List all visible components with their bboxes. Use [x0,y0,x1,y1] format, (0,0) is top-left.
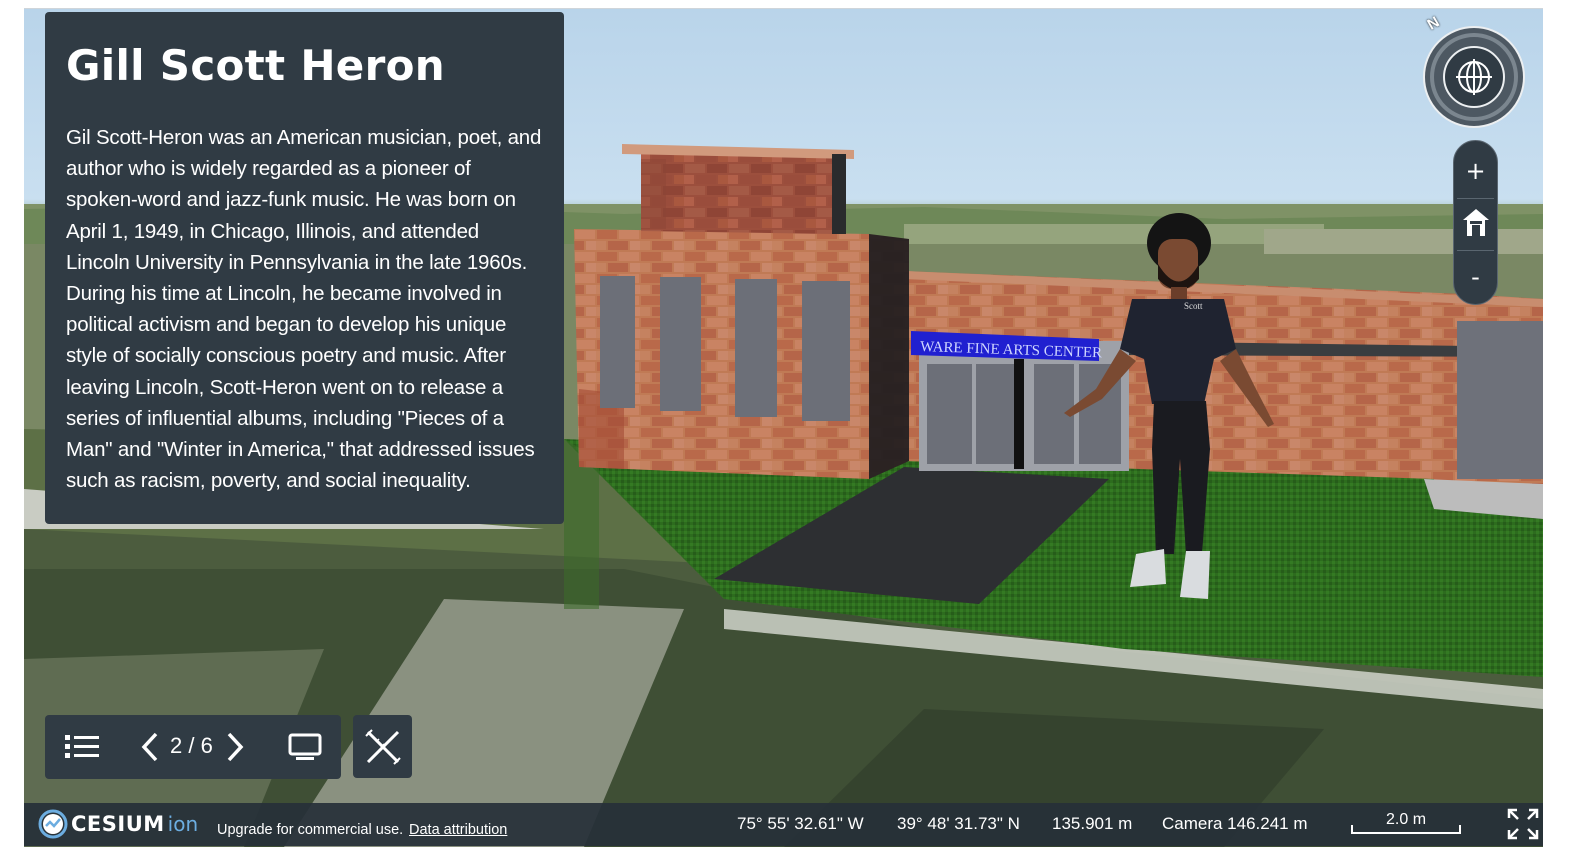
ion-wordmark: ion [167,812,199,836]
longitude-readout: 75° 55' 32.61" W [737,814,864,833]
cesium-logo[interactable]: CESIUM ion [38,809,198,839]
cesium-wordmark: CESIUM [71,812,165,836]
shirt-text: Scott [1184,301,1203,311]
data-attribution-link[interactable]: Data attribution [409,822,507,838]
map-viewer[interactable]: WARE FINE ARTS CENTER Scott Gill Scott H… [24,8,1543,847]
zoom-in-button[interactable]: + [1454,145,1497,197]
home-button[interactable] [1454,197,1497,249]
slide-counter: 2 / 6 [170,733,213,758]
zoom-out-button[interactable]: - [1454,251,1497,303]
list-icon [65,735,99,758]
story-info-panel: Gill Scott Heron Gil Scott-Heron was an … [45,12,564,524]
scale-bar [1351,825,1461,834]
cesium-logo-icon [38,809,68,839]
next-slide-button[interactable] [220,715,250,779]
ruler-pencil-icon [364,728,401,765]
previous-slide-button[interactable] [135,715,165,779]
latitude-readout: 39° 48' 31.73" N [897,814,1020,833]
story-description: Gil Scott-Heron was an American musician… [66,126,542,493]
upgrade-notice: Upgrade for commercial use. [217,822,404,838]
list-button[interactable] [61,715,103,779]
chevron-right-icon [227,732,244,762]
monitor-icon [288,733,322,760]
zoom-control: + - [1453,140,1498,305]
fullscreen-button[interactable] [1506,807,1540,841]
elevation-readout: 135.901 m [1052,814,1133,833]
tour-controls: 2 / 6 [45,715,341,779]
fullscreen-icon [1507,808,1539,840]
home-icon [1462,209,1489,236]
camera-height-readout: Camera 146.241 m [1162,814,1308,833]
story-title: Gill Scott Heron [66,41,445,90]
chevron-left-icon [141,732,158,762]
status-bar: CESIUM ion Upgrade for commercial use. D… [24,803,1543,846]
screen-mode-button[interactable] [283,715,327,779]
compass-widget[interactable] [1422,25,1526,129]
measure-tool-button[interactable] [353,715,412,778]
